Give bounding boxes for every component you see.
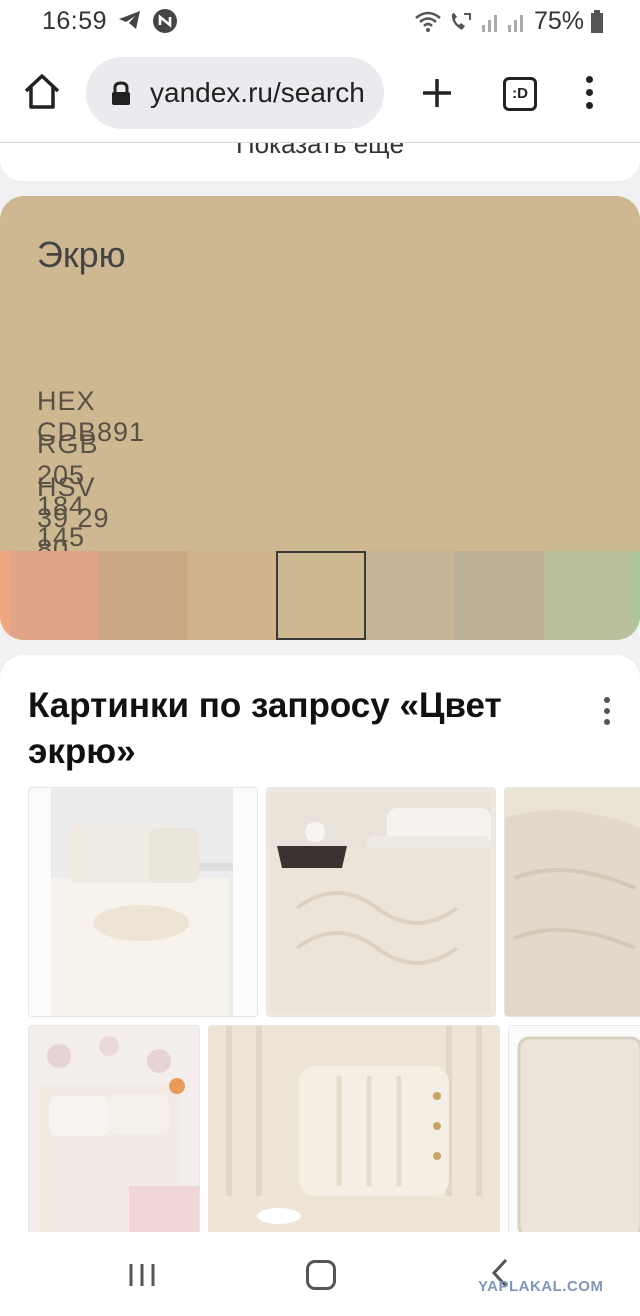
status-time: 16:59 xyxy=(42,7,108,35)
image-thumbnail[interactable] xyxy=(28,1025,200,1237)
status-right: 75% xyxy=(414,7,604,36)
browser-menu-icon[interactable] xyxy=(584,76,594,115)
recent-apps-icon[interactable] xyxy=(128,1262,156,1293)
show-more-link[interactable]: Показать ещё xyxy=(0,143,640,160)
battery-percent: 75% xyxy=(533,7,584,35)
color-swatches xyxy=(0,551,640,640)
images-menu-icon[interactable] xyxy=(602,697,612,730)
color-swatch[interactable] xyxy=(10,551,98,640)
param-key: HEX xyxy=(37,386,96,416)
battery-icon xyxy=(591,9,603,33)
color-card: Экрю HEXCDB891 RGB205 184 145 HSV39 29 8… xyxy=(0,196,640,640)
image-thumbnail[interactable] xyxy=(508,1025,640,1237)
image-thumbnail[interactable] xyxy=(266,787,496,1017)
lock-icon xyxy=(110,81,132,112)
color-swatch[interactable] xyxy=(98,551,187,640)
signal-icon xyxy=(481,14,523,32)
home-icon[interactable] xyxy=(22,72,62,112)
watermark: YAPLAKAL.COM xyxy=(478,1278,604,1295)
wifi-icon xyxy=(415,11,441,32)
tabs-counter-button[interactable]: :D xyxy=(503,77,537,111)
url-text: yandex.ru/search xyxy=(150,77,365,108)
system-home-icon[interactable] xyxy=(306,1260,336,1290)
param-key: HSV xyxy=(37,472,96,502)
previous-card: Показать ещё xyxy=(0,143,640,181)
new-tab-icon[interactable] xyxy=(420,76,454,115)
status-bar: 16:59 75% xyxy=(0,0,640,44)
call-icon xyxy=(451,12,471,30)
system-nav-bar xyxy=(0,1232,640,1316)
images-title[interactable]: Картинки по запросу «Цвет экрю» xyxy=(28,683,548,775)
image-thumbnail[interactable] xyxy=(504,787,640,1017)
color-swatch[interactable] xyxy=(366,551,455,640)
images-card: Картинки по запросу «Цвет экрю» xyxy=(0,655,640,1316)
color-swatch[interactable] xyxy=(187,551,276,640)
param-key: RGB xyxy=(37,429,99,459)
image-thumbnail[interactable] xyxy=(28,787,258,1017)
color-swatch[interactable] xyxy=(544,551,633,640)
browser-toolbar: yandex.ru/search :D xyxy=(0,44,640,143)
address-bar[interactable]: yandex.ru/search xyxy=(86,57,384,129)
color-swatch-selected[interactable] xyxy=(276,551,366,640)
telegram-icon xyxy=(118,9,142,36)
color-swatch[interactable] xyxy=(633,551,640,640)
color-swatch[interactable] xyxy=(455,551,544,640)
color-swatch[interactable] xyxy=(0,551,10,640)
image-thumbnail[interactable] xyxy=(208,1025,500,1237)
nfc-icon xyxy=(152,8,178,39)
color-name: Экрю xyxy=(37,234,126,275)
